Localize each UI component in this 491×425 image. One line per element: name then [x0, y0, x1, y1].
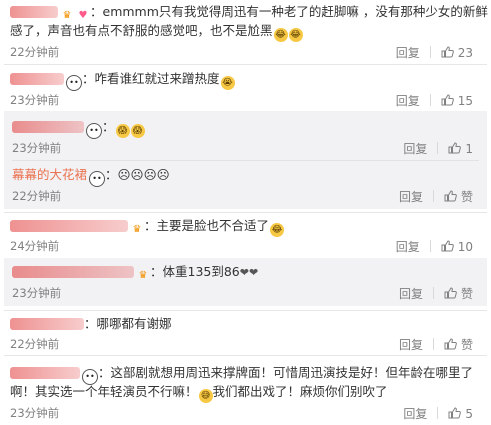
thumbs-up-icon[interactable] — [444, 338, 457, 350]
comment-actions: 回复 10 — [396, 238, 473, 255]
reply-divider — [12, 160, 479, 161]
reply-box: ♛ ：体重135到86❤❤ 23分钟前 回复 赞 — [4, 258, 487, 306]
comment-text: ：哪哪都有谢娜 — [84, 316, 172, 331]
comment-text: ：emmmm只有我觉得周迅有一种老了的赶脚嘛 ，没有那种少女的新鲜 — [90, 4, 488, 19]
comment-text: 我们都出戏了！麻烦你们别吹了 — [212, 384, 388, 399]
reply-actions: 回复 1 — [403, 140, 473, 157]
comment-text-line: 啊！其实选一个年轻演员不行嘛！ 😅 我们都出戏了！麻烦你们别吹了 — [10, 382, 388, 403]
shocked-emoji-icon: 😱 — [130, 124, 145, 138]
comment-text-line: 感了，声音也有点不舒服的感觉吧，也不是尬黑 😂 😂 — [10, 21, 303, 42]
username-redacted[interactable] — [12, 266, 134, 278]
reply-button[interactable]: 回复 — [396, 240, 420, 254]
panda-badge-icon: •• — [66, 75, 82, 91]
reply-button[interactable]: 回复 — [403, 407, 427, 421]
thumbs-up-icon[interactable] — [441, 94, 454, 106]
like-count[interactable]: 10 — [458, 240, 473, 254]
username-redacted[interactable] — [10, 220, 128, 232]
action-divider — [429, 94, 431, 106]
action-divider — [432, 338, 434, 350]
reply-button[interactable]: 回复 — [403, 142, 427, 156]
laughing-emoji-icon: 😂 — [270, 223, 285, 237]
reply-time: 22分钟前 — [12, 189, 62, 203]
action-divider — [432, 190, 434, 202]
reply-text-line: ♛ ：体重135到86❤❤ — [12, 262, 258, 283]
comment-thread: ♛ ♥ ：emmmm只有我觉得周迅有一种老了的赶脚嘛 ，没有那种少女的新鲜 感了，声… — [0, 0, 491, 425]
comment-text: ：这部剧就想用周迅来撑牌面！可惜周迅演技是好！但年龄在哪里了 — [98, 365, 474, 380]
username-redacted[interactable] — [10, 6, 58, 18]
like-label[interactable]: 赞 — [461, 190, 473, 204]
comment-actions: 回复 23 — [396, 44, 473, 61]
thumbs-up-icon[interactable] — [441, 240, 454, 252]
like-label[interactable]: 赞 — [461, 287, 473, 301]
thumbs-up-icon[interactable] — [444, 287, 457, 299]
comment-item: ♛ ：主要是脸也不合适了 😂 24分钟前 回复 10 ♛ ：体重135到86❤❤ 23分… — [0, 212, 491, 310]
vip-badge-icon: ♛ — [138, 270, 148, 281]
reply-actions: 回复 赞 — [399, 285, 473, 302]
reply-button[interactable]: 回复 — [399, 190, 423, 204]
action-divider — [437, 142, 439, 154]
comment-actions: 回复 赞 — [399, 336, 473, 353]
reply-button[interactable]: 回复 — [396, 46, 420, 60]
comment-time: 24分钟前 — [10, 239, 60, 253]
reply-button[interactable]: 回复 — [399, 287, 423, 301]
awkward-emoji-icon: 😅 — [198, 389, 213, 403]
comment-time: 23分钟前 — [10, 406, 60, 420]
thumbs-up-icon[interactable] — [441, 46, 454, 58]
like-count[interactable]: 15 — [458, 94, 473, 108]
comment-item: ♛ ♥ ：emmmm只有我觉得周迅有一种老了的赶脚嘛 ，没有那种少女的新鲜 感了，声… — [0, 0, 491, 64]
reply-text: ：体重135到86 — [150, 264, 240, 279]
reply-text-line: ••： 😱 😱 — [12, 117, 145, 139]
like-count[interactable]: 1 — [465, 142, 473, 156]
reply-text-line: 幕幕的大花裙 •• ：☹☹☹☹ — [12, 165, 170, 187]
reply-time: 23分钟前 — [12, 286, 62, 300]
crying-emoji-icon: 😭 — [220, 76, 235, 90]
username-redacted[interactable] — [12, 121, 84, 133]
comment-time: 23分钟前 — [10, 93, 60, 107]
comment-item: •• ：这部剧就想用周迅来撑牌面！可惜周迅演技是好！但年龄在哪里了 啊！其实选一个… — [0, 355, 491, 425]
like-count[interactable]: 23 — [458, 46, 473, 60]
laughing-emoji-icon: 😂 — [273, 28, 288, 42]
action-divider — [429, 240, 431, 252]
username-redacted[interactable] — [10, 73, 64, 85]
comment-text-line: ♛ ：主要是脸也不合适了 😂 — [10, 216, 285, 237]
comment-actions: 回复 5 — [403, 405, 473, 422]
comment-text: ：主要是脸也不合适了 — [144, 218, 270, 233]
shocked-emoji-icon: 😱 — [115, 124, 130, 138]
thumbs-up-icon[interactable] — [448, 142, 462, 154]
comment-text: 感了，声音也有点不舒服的感觉吧，也不是尬黑 — [10, 23, 273, 38]
reply-time: 23分钟前 — [12, 141, 62, 155]
like-count[interactable]: 5 — [465, 407, 473, 421]
comment-text: ：咋看谁红就过来蹭热度 — [82, 71, 220, 86]
comment-time: 22分钟前 — [10, 337, 60, 351]
reply-text: ： — [102, 119, 115, 134]
reply-box: ••： 😱 😱 23分钟前 回复 1 幕幕的大花裙 •• ：☹☹☹☹ 22分钟前 回复赞 — [4, 111, 487, 209]
comment-text-line: ♛ ♥ ：emmmm只有我觉得周迅有一种老了的赶脚嘛 ，没有那种少女的新鲜 — [10, 2, 488, 23]
action-divider — [437, 407, 439, 419]
comment-text: 啊！其实选一个年轻演员不行嘛！ — [10, 384, 198, 399]
panda-badge-icon: •• — [86, 123, 102, 139]
reply-text: ：☹☹☹☹ — [105, 167, 170, 182]
comment-text-line: •• ：咋看谁红就过来蹭热度 😭 — [10, 69, 235, 91]
like-label[interactable]: 赞 — [461, 338, 473, 352]
vip-badge-icon: ♛ — [132, 224, 142, 235]
reply-actions: 回复 赞 — [399, 188, 473, 205]
panda-badge-icon: •• — [89, 171, 106, 187]
comment-item: •• ：咋看谁红就过来蹭热度 😭 23分钟前 回复 15 ••： 😱 😱 23分钟前 回复… — [0, 64, 491, 212]
comment-actions: 回复 15 — [396, 92, 473, 109]
laughing-emoji-icon: 😂 — [288, 28, 303, 42]
comment-item: ：哪哪都有谢娜 22分钟前 回复 赞 — [0, 310, 491, 355]
reply-username[interactable]: 幕幕的大花裙 — [12, 167, 87, 182]
action-divider — [429, 46, 431, 58]
reply-button[interactable]: 回复 — [396, 94, 420, 108]
reply-button[interactable]: 回复 — [399, 338, 423, 352]
thumbs-up-icon[interactable] — [444, 190, 457, 202]
heart-icon: ❤❤ — [239, 266, 259, 279]
comment-time: 22分钟前 — [10, 45, 60, 59]
username-redacted[interactable] — [10, 367, 80, 379]
username-redacted[interactable] — [10, 318, 84, 330]
thumbs-up-icon[interactable] — [448, 407, 462, 419]
comment-text-line: ：哪哪都有谢娜 — [10, 314, 172, 334]
action-divider — [432, 287, 434, 299]
